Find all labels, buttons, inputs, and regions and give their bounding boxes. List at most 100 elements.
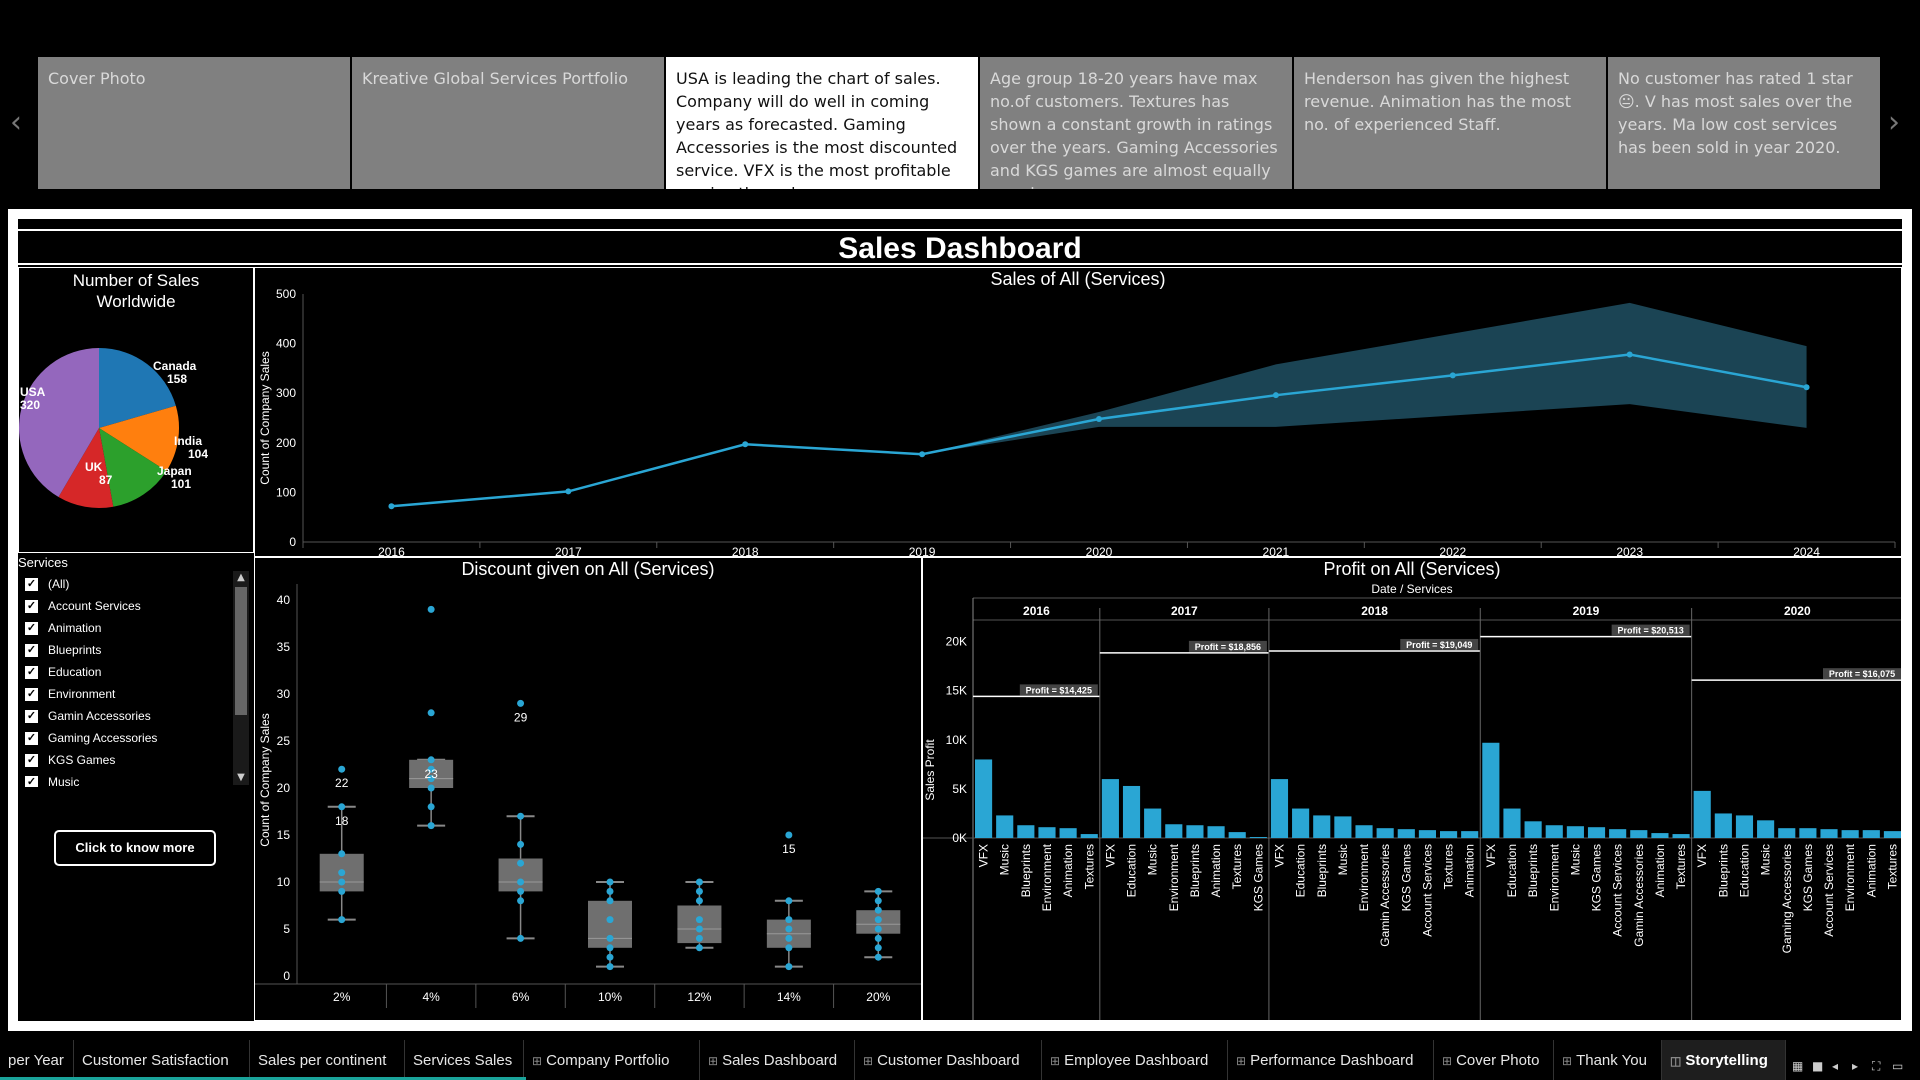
pie-panel: Number of Sales Worldwide Canada 158 India… [18, 267, 254, 553]
story-point-3-active[interactable]: USA is leading the chart of sales. Compa… [666, 57, 978, 189]
sheet-tab-thank-you[interactable]: ⊞ Thank You [1554, 1040, 1662, 1080]
sheet-tab-customer-dashboard[interactable]: ⊞ Customer Dashboard [855, 1040, 1042, 1080]
sheet-tab-performance-dashboard[interactable]: ⊞ Performance Dashboard [1228, 1040, 1434, 1080]
sheet-tab-services-sales[interactable]: Services Sales [405, 1040, 524, 1080]
box-data-label: 22 [335, 776, 349, 790]
story-navigator: ‹ Cover Photo Kreative Global Services P… [0, 0, 1920, 200]
fullscreen-icon[interactable]: ⛶ [1872, 1059, 1880, 1074]
story-point-2[interactable]: Kreative Global Services Portfolio [352, 57, 664, 189]
next-sheet-icon[interactable]: ▸ [1852, 1059, 1858, 1073]
filter-item[interactable]: ✓ Music [25, 773, 79, 787]
sheet-tab-per-year[interactable]: per Year [0, 1040, 74, 1080]
filter-item[interactable]: ✓ Education [25, 663, 101, 681]
filmstrip-icon[interactable]: ■ [1812, 1059, 1823, 1073]
story-next-arrow-icon[interactable]: › [1888, 108, 1900, 138]
bar-category-label: KGS Games [1251, 844, 1265, 911]
profit-bar [1334, 816, 1352, 838]
scroll-up-icon[interactable]: ▲ [233, 571, 249, 585]
prev-sheet-icon[interactable]: ◂ [1832, 1059, 1838, 1073]
story-point-6[interactable]: No customer has rated 1 star😐. V has mos… [1608, 57, 1880, 189]
sheet-tab-label: Storytelling [1685, 1052, 1768, 1069]
dashboard-icon: ⊞ [1236, 1054, 1247, 1068]
checkbox-checked-icon[interactable]: ✓ [25, 709, 38, 723]
filter-item[interactable]: ✓ Gaming Accessories [25, 729, 157, 747]
filter-item-label: Animation [48, 621, 102, 635]
profit-bar [1228, 832, 1246, 838]
filter-item-label: Environment [48, 687, 116, 701]
bar-category-label: Blueprints [1526, 844, 1540, 897]
box-point [517, 699, 525, 707]
checkbox-checked-icon[interactable]: ✓ [25, 599, 38, 613]
bar-category-label: Animation [1653, 844, 1667, 897]
profit-bar [1376, 828, 1394, 838]
story-prev-arrow-icon[interactable]: ‹ [10, 108, 22, 138]
filter-scrollbar[interactable]: ▲ ▼ [233, 571, 249, 785]
bar-category-label: VFX [1272, 844, 1286, 867]
sheet-tab-storytelling[interactable]: ◫ Storytelling [1662, 1040, 1786, 1080]
pie-chart[interactable]: Canada158 India104 Japan101 UK87 USA320 [19, 268, 254, 553]
box-point [785, 916, 793, 924]
sheet-tab-company-portfolio[interactable]: ⊞ Company Portfolio [524, 1040, 700, 1080]
checkbox-checked-icon[interactable]: ✓ [25, 643, 38, 657]
story-point-1[interactable]: Cover Photo [38, 57, 350, 189]
filter-title: Services [18, 555, 68, 570]
filter-item[interactable]: ✓ Environment [25, 685, 115, 703]
click-to-know-more-button[interactable]: Click to know more [54, 830, 216, 866]
sheet-tab-sales-dashboard[interactable]: ⊞ Sales Dashboard [700, 1040, 855, 1080]
sheet-tab-label: Thank You [1576, 1052, 1647, 1069]
filter-item[interactable]: ✓ Account Services [25, 597, 141, 615]
sheet-tab-label: Sales per continent [258, 1052, 387, 1069]
filter-item[interactable]: ✓ Animation [25, 619, 101, 637]
checkbox-checked-icon[interactable]: ✓ [25, 577, 38, 591]
sheet-tab-label: Customer Satisfaction [82, 1052, 229, 1069]
story-point-4[interactable]: Age group 18-20 years have max no.of cus… [980, 57, 1292, 189]
scrollbar-thumb[interactable] [235, 587, 247, 715]
sales-line-chart[interactable]: 0 100 200 300 400 500 2016 2017 2018 2019 2020 2021… [255, 268, 1902, 557]
discount-box-plot[interactable]: 0 5 10 15 20 25 30 35 40 Count of Company Sales 2%… [255, 558, 922, 1021]
dashboard-frame: Sales Dashboard Number of Sales Worldwid… [8, 209, 1912, 1031]
box-point [427, 709, 435, 717]
profit-bar [1059, 828, 1077, 838]
checkbox-checked-icon[interactable]: ✓ [25, 665, 38, 679]
sheet-tab-cover-photo[interactable]: ⊞ Cover Photo [1434, 1040, 1554, 1080]
bar-category-label: Blueprints [1188, 844, 1202, 897]
box-point [785, 944, 793, 952]
x-tick-label: 2022 [1439, 545, 1466, 557]
checkbox-checked-icon[interactable]: ✓ [25, 731, 38, 745]
bar-category-label: Animation [1061, 844, 1075, 897]
filter-item-label: Education [48, 665, 102, 679]
sheet-tab-sales-per-continent[interactable]: Sales per continent [250, 1040, 405, 1080]
box-point [606, 944, 614, 952]
sheet-tab-label: Services Sales [413, 1052, 513, 1069]
filter-item[interactable]: ✓ Blueprints [25, 641, 101, 659]
presentation-icon[interactable]: ▭ [1892, 1059, 1903, 1073]
pie-value-japan: 101 [171, 477, 191, 491]
checkbox-checked-icon[interactable]: ✓ [25, 621, 38, 635]
checkbox-checked-icon[interactable]: ✓ [25, 753, 38, 767]
filter-item[interactable]: ✓ Gamin Accessories [25, 707, 151, 725]
y-axis-title: Count of Company Sales [258, 713, 272, 846]
box-point [695, 934, 703, 942]
checkbox-checked-icon[interactable]: ✓ [25, 775, 38, 787]
sales-point [1449, 372, 1456, 379]
scroll-down-icon[interactable]: ▼ [233, 771, 249, 785]
story-point-5[interactable]: Henderson has given the highest revenue.… [1294, 57, 1606, 189]
profit-bar [1820, 829, 1838, 838]
x-tick-label: 2018 [732, 545, 759, 557]
profit-bar-chart[interactable]: 0K 5K 10K 15K 20K Sales Profit 2016 Profit = $1… [923, 558, 1902, 1021]
x-tick-label: 2020 [1086, 545, 1113, 557]
profit-bar [1461, 831, 1479, 838]
profit-bar [1440, 831, 1458, 838]
sheet-tab-customer-satisfaction[interactable]: Customer Satisfaction [74, 1040, 250, 1080]
profit-bar [1080, 834, 1098, 838]
box-point [695, 925, 703, 933]
grid-view-icon[interactable]: ▦ [1792, 1059, 1803, 1073]
filter-item[interactable]: ✓ KGS Games [25, 751, 115, 769]
sheet-tab-employee-dashboard[interactable]: ⊞ Employee Dashboard [1042, 1040, 1228, 1080]
checkbox-checked-icon[interactable]: ✓ [25, 687, 38, 701]
bar-category-label: VFX [1484, 844, 1498, 867]
profit-bar [975, 759, 993, 838]
bar-category-label: Music [1336, 844, 1350, 875]
bar-category-label: Education [1294, 844, 1308, 897]
filter-item[interactable]: ✓ (All) [25, 575, 69, 593]
